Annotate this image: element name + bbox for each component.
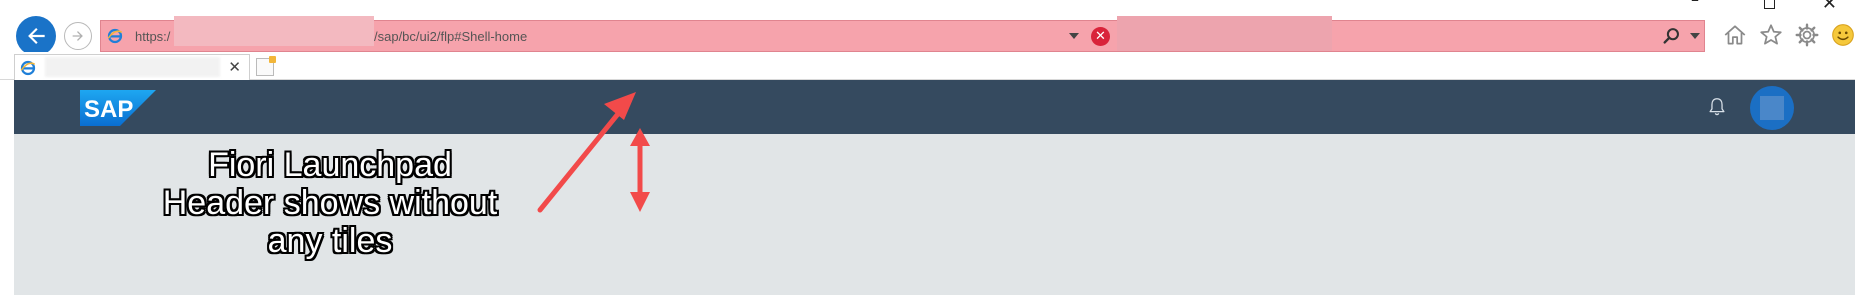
user-avatar[interactable]: [1750, 86, 1794, 130]
address-bar[interactable]: https:/ /sap/bc/ui2/flp#Shell-home ✕: [100, 16, 1705, 52]
new-tab-button[interactable]: [256, 56, 276, 76]
close-window-button[interactable]: ✕: [1822, 0, 1837, 14]
back-button[interactable]: [16, 16, 56, 56]
annotation-line-3: any tiles: [267, 222, 393, 260]
browser-nav-row: https:/ /sap/bc/ui2/flp#Shell-home ✕: [0, 14, 1855, 56]
certificate-text-redaction: [1117, 16, 1332, 51]
browser-toolbar: [1722, 22, 1855, 48]
window-controls: – ✕: [1655, 0, 1855, 14]
certificate-error-icon[interactable]: ✕: [1091, 27, 1110, 46]
annotation-callout: Fiori Launchpad Header shows without any…: [120, 146, 540, 260]
home-icon[interactable]: [1722, 22, 1748, 48]
avatar-image: [1760, 96, 1784, 120]
settings-gear-icon[interactable]: [1794, 22, 1820, 48]
search-dropdown-icon[interactable]: [1690, 33, 1700, 39]
sap-logo-text: SAP: [84, 96, 133, 123]
tab-title-redaction: [45, 57, 220, 77]
favorites-star-icon[interactable]: [1758, 22, 1784, 48]
internet-explorer-icon: [107, 28, 123, 44]
sap-logo[interactable]: SAP: [80, 90, 156, 126]
internet-explorer-icon: [20, 60, 36, 76]
forward-button[interactable]: [64, 22, 92, 50]
tab-close-button[interactable]: ✕: [228, 58, 241, 76]
arrow-right-icon: [72, 31, 83, 41]
notifications-bell-icon[interactable]: [1706, 96, 1728, 118]
browser-tab-row: ✕: [0, 52, 1855, 80]
search-icon[interactable]: [1661, 25, 1683, 47]
maximize-button[interactable]: [1764, 0, 1775, 9]
feedback-smiley-icon[interactable]: [1830, 22, 1855, 48]
annotation-line-2: Header shows without: [162, 184, 498, 222]
address-dropdown-icon[interactable]: [1069, 33, 1079, 39]
fiori-shell-header: SAP: [14, 80, 1855, 134]
annotation-line-1: Fiori Launchpad: [208, 146, 452, 184]
url-path: /sap/bc/ui2/flp#Shell-home: [374, 29, 528, 44]
url-redaction: [174, 16, 374, 46]
arrow-left-icon: [28, 27, 45, 45]
minimize-button[interactable]: –: [1691, 0, 1699, 9]
browser-tab[interactable]: ✕: [14, 54, 250, 80]
url-prefix: https:/: [135, 29, 171, 44]
